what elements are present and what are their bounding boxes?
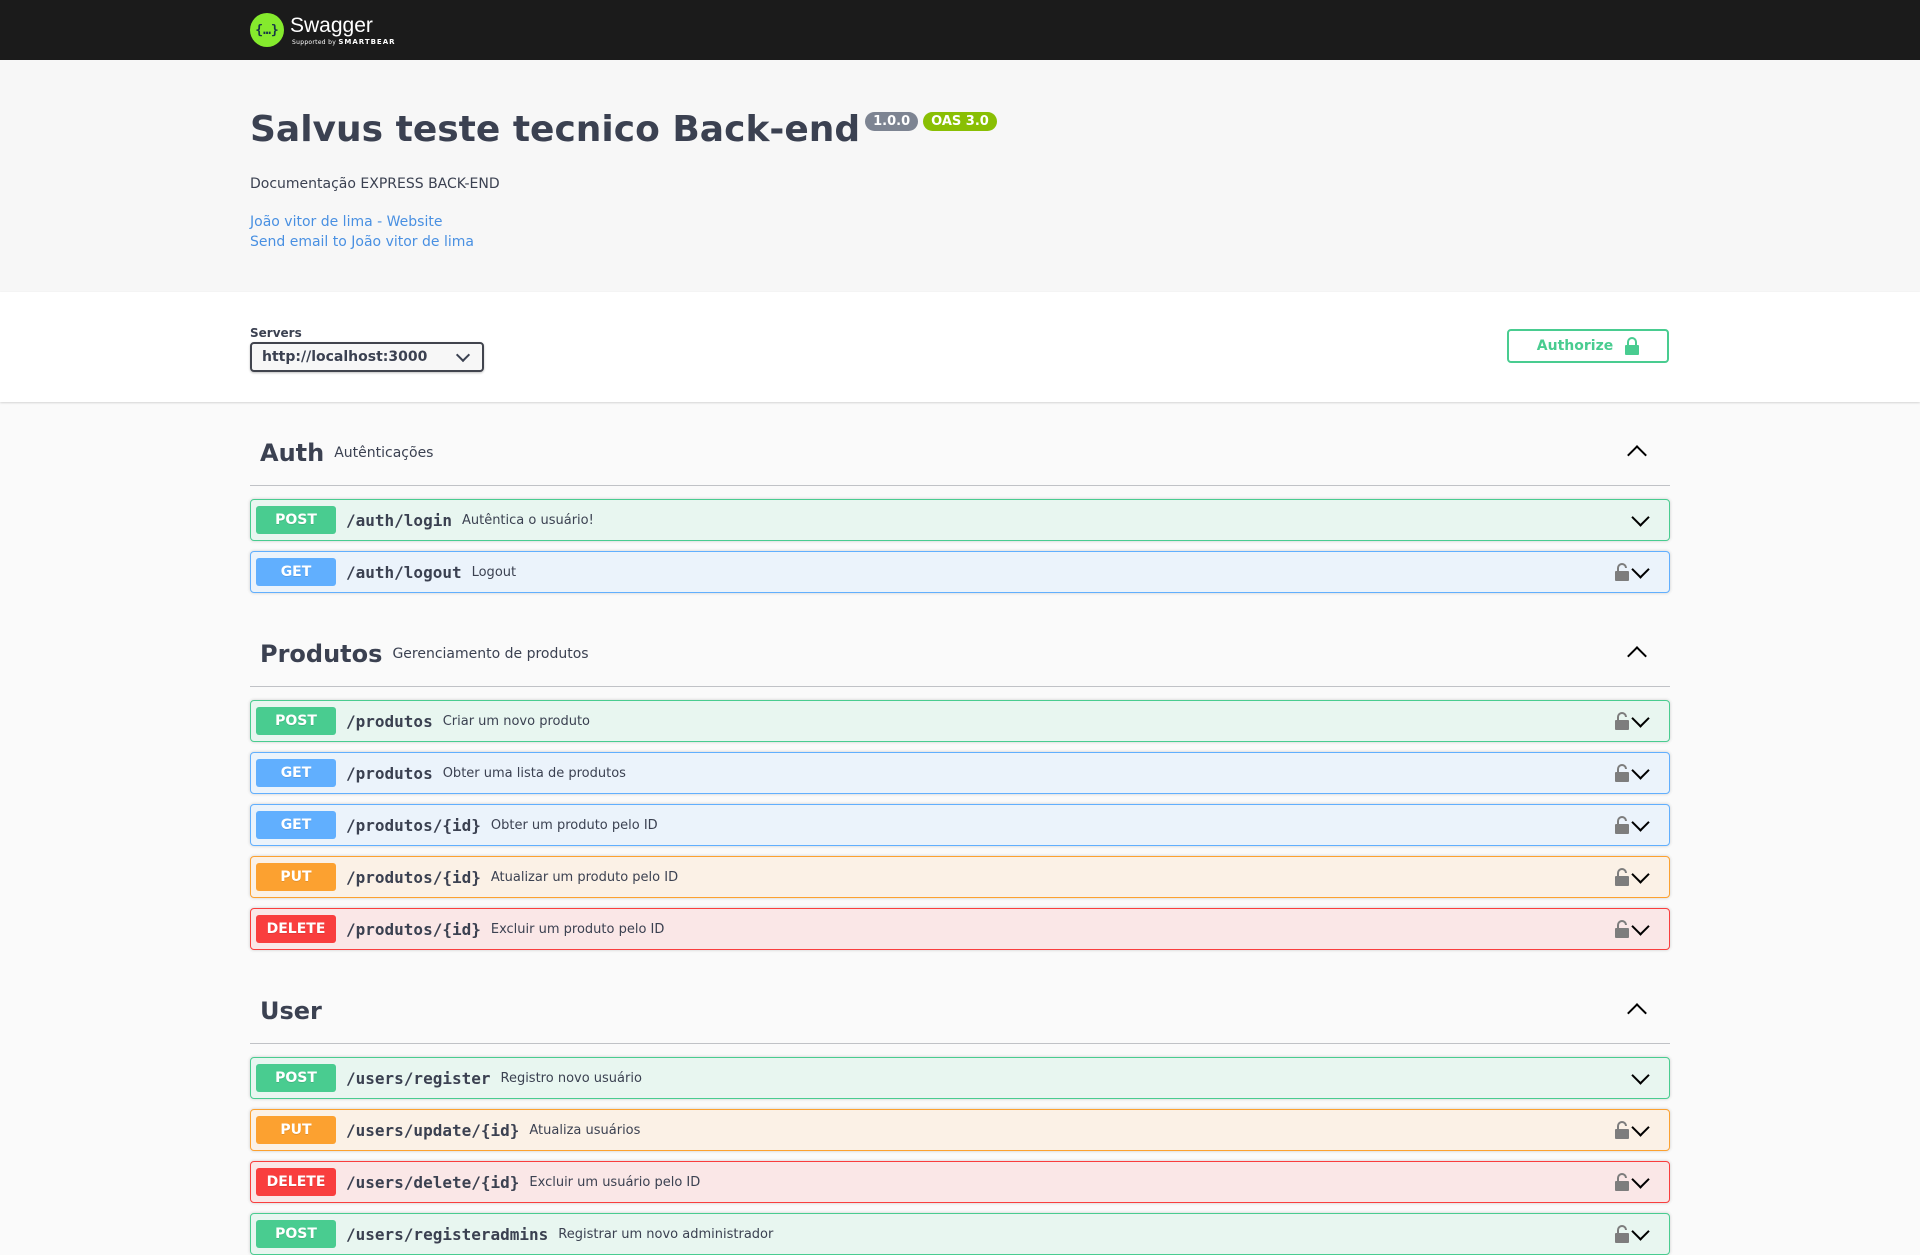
chevron-up-icon[interactable] — [1627, 1003, 1647, 1023]
operation-get[interactable]: GET/produtos Obter uma lista de produtos — [250, 752, 1670, 794]
servers-label: Servers — [250, 326, 302, 340]
operation-summary: Registro novo usuário — [500, 1070, 642, 1086]
oas-badge: OAS 3.0 — [923, 112, 997, 131]
tag-name: User — [260, 996, 322, 1025]
lock-icon[interactable] — [1615, 764, 1629, 782]
operation-post[interactable]: POST/users/register Registro novo usuário — [250, 1057, 1670, 1099]
operation-summary: Excluir um produto pelo ID — [490, 921, 665, 937]
method-badge: GET — [256, 811, 336, 839]
operation-path: /users/delete/{id} — [346, 1172, 520, 1192]
method-badge: PUT — [256, 1116, 336, 1144]
chevron-up-icon[interactable] — [1627, 646, 1647, 666]
operations-list: Auth Autênticações POST/auth/login Autêntic… — [0, 402, 1920, 1255]
lock-icon[interactable] — [1615, 816, 1629, 834]
email-link[interactable]: Send email to João vitor de lima — [250, 232, 1920, 252]
operation-summary: Autêntica o usuário! — [461, 512, 594, 528]
lock-icon[interactable] — [1615, 1225, 1629, 1243]
page-title: Salvus teste tecnico Back-end — [250, 109, 861, 150]
tag-header-user[interactable]: User — [250, 960, 1670, 1044]
swagger-logo-icon: {…} — [250, 13, 284, 47]
operation-summary: Excluir um usuário pelo ID — [529, 1174, 701, 1190]
operation-path: /produtos — [346, 763, 433, 783]
website-link[interactable]: João vitor de lima - Website — [250, 212, 1920, 232]
operation-path: /produtos/{id} — [346, 867, 481, 887]
tag-name: Auth — [260, 438, 325, 467]
tag-section-produtos: Produtos Gerenciamento de produtos POST/pr… — [250, 603, 1670, 950]
logo-supported-by: Supported by SMARTBEAR — [292, 37, 396, 46]
chevron-down-icon[interactable] — [1631, 1118, 1650, 1137]
chevron-down-icon — [455, 347, 471, 363]
tag-description: Autênticações — [334, 444, 434, 461]
operation-path: /auth/login — [346, 510, 452, 530]
tag-name: Produtos — [260, 639, 383, 668]
method-badge: GET — [256, 759, 336, 787]
version-badge: 1.0.0 — [865, 112, 919, 131]
chevron-up-icon[interactable] — [1627, 445, 1647, 465]
chevron-down-icon[interactable] — [1631, 761, 1650, 780]
tag-header-auth[interactable]: Auth Autênticações — [250, 402, 1670, 486]
tag-section-auth: Auth Autênticações POST/auth/login Autêntic… — [250, 402, 1670, 593]
operation-summary: Logout — [471, 564, 517, 580]
info-section: Salvus teste tecnico Back-end 1.0.0 OAS … — [0, 60, 1920, 292]
lock-icon — [1625, 337, 1640, 355]
operation-post[interactable]: POST/users/registeradmins Registrar um no… — [250, 1213, 1670, 1255]
operation-summary: Obter um produto pelo ID — [490, 817, 658, 833]
tag-header-produtos[interactable]: Produtos Gerenciamento de produtos — [250, 603, 1670, 687]
api-description: Documentação EXPRESS BACK-END — [250, 175, 500, 192]
operation-summary: Criar um novo produto — [442, 713, 590, 729]
lock-icon[interactable] — [1615, 1173, 1629, 1191]
chevron-down-icon[interactable] — [1631, 917, 1650, 936]
lock-icon[interactable] — [1615, 563, 1629, 581]
operation-put[interactable]: PUT/users/update/{id} Atualiza usuários — [250, 1109, 1670, 1151]
scheme-container: Servers http://localhost:3000 Authorize — [0, 292, 1920, 402]
chevron-down-icon[interactable] — [1631, 560, 1650, 579]
chevron-down-icon[interactable] — [1631, 1170, 1650, 1189]
lock-icon[interactable] — [1615, 1121, 1629, 1139]
method-badge: DELETE — [256, 1168, 336, 1196]
method-badge: POST — [256, 1064, 336, 1092]
method-badge: POST — [256, 1220, 336, 1248]
chevron-down-icon[interactable] — [1631, 1066, 1650, 1085]
operation-get[interactable]: GET/auth/logout Logout — [250, 551, 1670, 593]
operation-put[interactable]: PUT/produtos/{id} Atualizar um produto pe… — [250, 856, 1670, 898]
operation-path: /produtos/{id} — [346, 919, 481, 939]
method-badge: DELETE — [256, 915, 336, 943]
operation-post[interactable]: POST/produtos Criar um novo produto — [250, 700, 1670, 742]
operation-path: /produtos/{id} — [346, 815, 481, 835]
chevron-down-icon[interactable] — [1631, 813, 1650, 832]
operation-post[interactable]: POST/auth/login Autêntica o usuário! — [250, 499, 1670, 541]
authorize-label: Authorize — [1536, 338, 1614, 354]
operation-summary: Obter uma lista de produtos — [442, 765, 626, 781]
method-badge: POST — [256, 506, 336, 534]
chevron-down-icon[interactable] — [1631, 709, 1650, 728]
topbar: {…} Swagger Supported by SMARTBEAR — [0, 0, 1920, 60]
method-badge: PUT — [256, 863, 336, 891]
operation-delete[interactable]: DELETE/produtos/{id} Excluir um produto p… — [250, 908, 1670, 950]
server-select-value: http://localhost:3000 — [262, 349, 428, 365]
lock-icon[interactable] — [1615, 712, 1629, 730]
operation-path: /produtos — [346, 711, 433, 731]
chevron-down-icon[interactable] — [1631, 865, 1650, 884]
lock-icon[interactable] — [1615, 868, 1629, 886]
operation-path: /auth/logout — [346, 562, 462, 582]
operation-summary: Registrar um novo administrador — [558, 1226, 774, 1242]
operation-summary: Atualiza usuários — [529, 1122, 641, 1138]
operation-path: /users/update/{id} — [346, 1120, 520, 1140]
method-badge: POST — [256, 707, 336, 735]
operation-get[interactable]: GET/produtos/{id} Obter um produto pelo I… — [250, 804, 1670, 846]
authorize-button[interactable]: Authorize — [1507, 329, 1669, 363]
tag-description: Gerenciamento de produtos — [392, 645, 589, 662]
chevron-down-icon[interactable] — [1631, 508, 1650, 527]
logo-name: Swagger — [290, 13, 373, 37]
operation-path: /users/register — [346, 1068, 491, 1088]
tag-section-user: User POST/users/register Registro novo usu… — [250, 960, 1670, 1255]
operation-summary: Atualizar um produto pelo ID — [490, 869, 679, 885]
operation-path: /users/registeradmins — [346, 1224, 549, 1244]
server-select[interactable]: http://localhost:3000 — [250, 342, 484, 372]
chevron-down-icon[interactable] — [1631, 1222, 1650, 1241]
swagger-logo[interactable]: {…} Swagger Supported by SMARTBEAR — [250, 13, 396, 47]
lock-icon[interactable] — [1615, 920, 1629, 938]
operation-delete[interactable]: DELETE/users/delete/{id} Excluir um usuár… — [250, 1161, 1670, 1203]
method-badge: GET — [256, 558, 336, 586]
